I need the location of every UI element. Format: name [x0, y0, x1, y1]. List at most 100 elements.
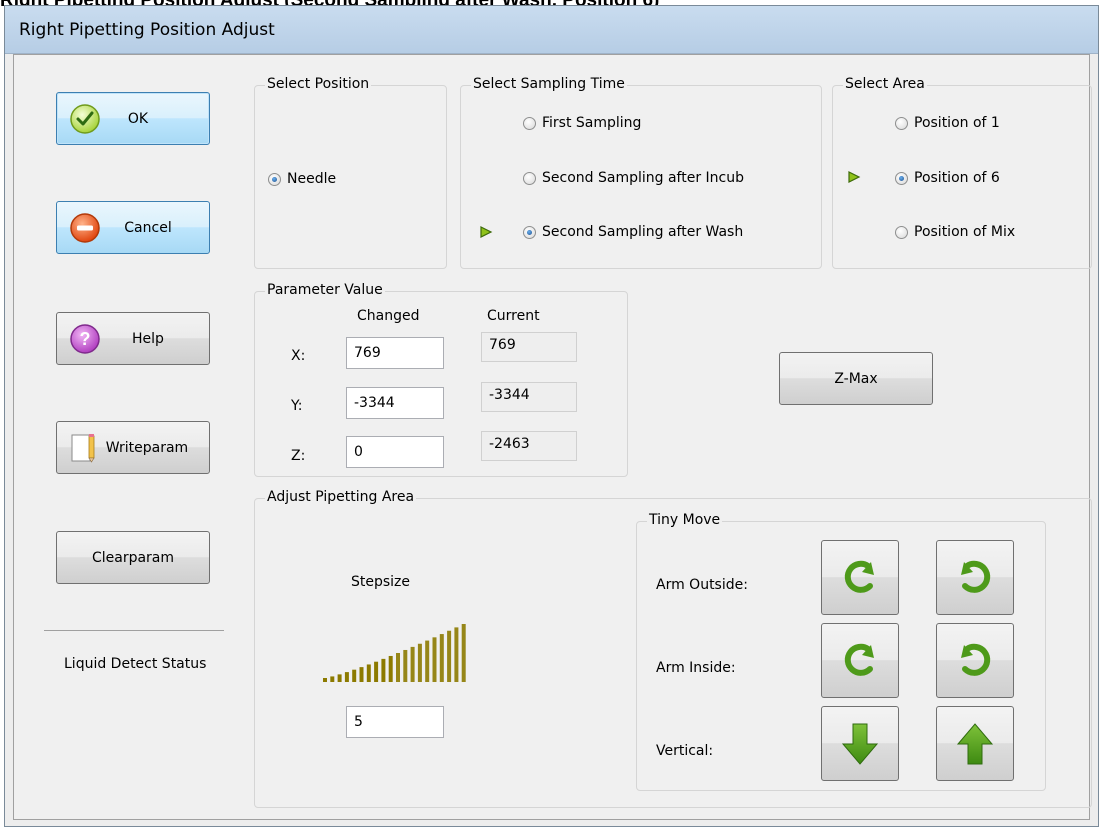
stepsize-bar	[439, 634, 444, 682]
col-current-header: Current	[487, 308, 540, 324]
dialog-window: Right Pipetting Position Adjust OK Cance…	[4, 5, 1099, 827]
select-sampling-time-title: Select Sampling Time	[471, 76, 627, 92]
radio-dot	[895, 225, 908, 239]
radio-first-sampling[interactable]: First Sampling	[523, 115, 641, 131]
radio-needle[interactable]: Needle	[268, 171, 336, 187]
stepsize-bar	[352, 669, 357, 682]
dialog-client-area: OK Cancel ? Help Writeparam Clearparam L…	[13, 54, 1092, 820]
radio-needle-label: Needle	[287, 171, 337, 187]
axis-x-label: X:	[291, 348, 306, 364]
clearparam-button[interactable]: Clearparam	[56, 531, 210, 584]
rotate-counterclockwise-icon	[844, 560, 874, 593]
select-area-title: Select Area	[843, 76, 927, 92]
ok-button-label: OK	[127, 110, 149, 127]
radio-second-sampling-wash-label: Second Sampling after Wash	[542, 224, 744, 240]
cancel-button[interactable]: Cancel	[56, 201, 210, 254]
liquid-detect-status-label: Liquid Detect Status	[64, 656, 207, 672]
stepsize-label: Stepsize	[351, 574, 411, 590]
tiny-move-title: Tiny Move	[647, 512, 723, 528]
radio-dot	[895, 116, 908, 130]
stepsize-bar	[330, 676, 335, 682]
stepsize-bar	[359, 667, 364, 682]
radio-second-sampling-incub-label: Second Sampling after Incub	[542, 170, 744, 186]
stepsize-bar	[403, 649, 408, 682]
radio-dot	[895, 171, 908, 185]
stepsize-bar	[454, 627, 459, 682]
stepsize-slider[interactable]	[321, 616, 481, 686]
y-changed-input[interactable]: -3344	[346, 387, 444, 419]
select-position-title: Select Position	[265, 76, 372, 92]
col-changed-header: Changed	[357, 308, 420, 324]
x-current-value: 769	[489, 337, 516, 353]
x-changed-value: 769	[354, 345, 381, 361]
stepsize-bar	[396, 653, 400, 682]
adjust-pipetting-area-title: Adjust Pipetting Area	[265, 489, 417, 505]
axis-z-label: Z:	[291, 448, 306, 464]
radio-dot	[523, 225, 536, 239]
arm-inside-label: Arm Inside:	[656, 660, 736, 676]
radio-position-6-label: Position of 6	[914, 170, 1000, 186]
clearparam-button-label: Clearparam	[91, 549, 175, 566]
parameter-value-group: Parameter Value Changed Current X: 769 7…	[254, 282, 628, 477]
help-button-label: Help	[132, 330, 164, 347]
radio-position-6[interactable]: Position of 6	[895, 170, 1000, 186]
stepsize-bar	[410, 646, 415, 682]
radio-position-1-label: Position of 1	[914, 115, 1000, 131]
select-position-group: Select Position Needle	[254, 76, 447, 269]
writeparam-button-label: Writeparam	[105, 439, 189, 456]
title-bar[interactable]: Right Pipetting Position Adjust	[5, 6, 1098, 54]
rotate-clockwise-icon	[961, 643, 991, 676]
writeparam-button[interactable]: Writeparam	[56, 421, 210, 474]
y-current-value: -3344	[489, 387, 530, 403]
stepsize-bar	[323, 678, 327, 682]
arm-inside-rotate-ccw-button[interactable]	[821, 623, 899, 698]
z-current-field: -2463	[481, 431, 577, 461]
selection-marker-icon	[848, 171, 861, 183]
stepsize-bar	[337, 674, 342, 682]
arm-outside-rotate-ccw-button[interactable]	[821, 540, 899, 615]
stepsize-bar	[366, 664, 371, 682]
radio-first-sampling-label: First Sampling	[542, 115, 642, 131]
tiny-move-group: Tiny Move Arm Outside: Arm Inside: Verti…	[636, 512, 1046, 791]
z-max-button[interactable]: Z-Max	[779, 352, 933, 405]
parameter-value-title: Parameter Value	[265, 282, 385, 298]
stepsize-bar	[344, 672, 349, 682]
arrow-up-icon	[956, 722, 994, 764]
cancel-button-label: Cancel	[124, 219, 172, 236]
stepsize-bar	[447, 630, 452, 682]
radio-position-mix-label: Position of Mix	[914, 224, 1016, 240]
z-changed-input[interactable]: 0	[346, 436, 444, 468]
radio-position-1[interactable]: Position of 1	[895, 115, 1000, 131]
radio-dot	[523, 116, 536, 130]
arm-outside-label: Arm Outside:	[656, 577, 748, 593]
arm-outside-rotate-cw-button[interactable]	[936, 540, 1014, 615]
vertical-up-button[interactable]	[936, 706, 1014, 781]
vertical-down-button[interactable]	[821, 706, 899, 781]
stepsize-value: 5	[354, 714, 363, 730]
radio-second-sampling-wash[interactable]: Second Sampling after Wash	[523, 224, 743, 240]
arm-inside-rotate-cw-button[interactable]	[936, 623, 1014, 698]
stepsize-bar	[425, 640, 430, 682]
rotate-counterclockwise-icon	[844, 643, 874, 676]
window-title: Right Pipetting Position Adjust	[19, 20, 275, 40]
help-button[interactable]: ? Help	[56, 312, 210, 365]
z-max-button-label: Z-Max	[834, 370, 878, 387]
selection-marker-icon	[480, 226, 493, 238]
stepsize-bar	[417, 643, 422, 682]
vertical-label: Vertical:	[656, 743, 714, 759]
stepsize-input[interactable]: 5	[346, 706, 444, 738]
y-changed-value: -3344	[354, 395, 395, 411]
ok-button[interactable]: OK	[56, 92, 210, 145]
adjust-pipetting-area-group: Adjust Pipetting Area Stepsize 5 Tiny Mo…	[254, 489, 1092, 808]
radio-position-mix[interactable]: Position of Mix	[895, 224, 1015, 240]
y-current-field: -3344	[481, 382, 577, 412]
axis-y-label: Y:	[291, 398, 303, 414]
stepsize-bar	[374, 661, 379, 682]
select-sampling-time-group: Select Sampling Time First Sampling Seco…	[460, 76, 822, 269]
separator-line	[44, 630, 224, 631]
z-changed-value: 0	[354, 444, 363, 460]
x-changed-input[interactable]: 769	[346, 337, 444, 369]
radio-second-sampling-incub[interactable]: Second Sampling after Incub	[523, 170, 744, 186]
stepsize-bar	[381, 658, 386, 682]
radio-dot	[268, 172, 281, 186]
